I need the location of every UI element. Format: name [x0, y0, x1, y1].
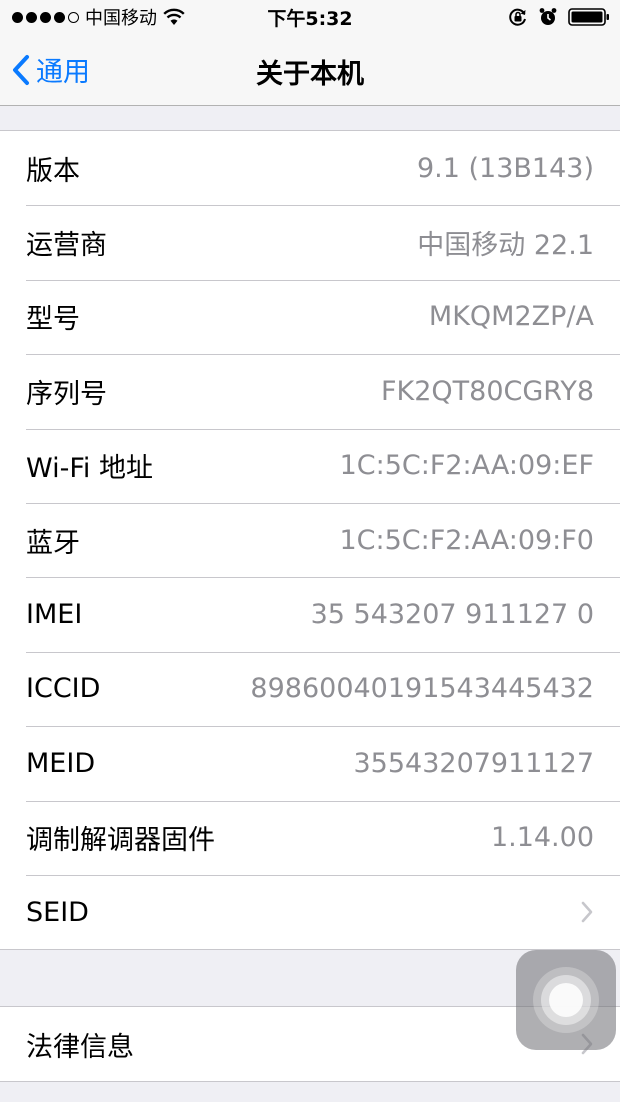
alarm-icon — [539, 8, 557, 25]
row-label: Wi-Fi 地址 — [26, 453, 153, 485]
battery-icon — [568, 8, 609, 26]
row-label: 蓝牙 — [26, 527, 80, 559]
row-value: 1.14.00 — [490, 822, 594, 854]
page-title: 关于本机 — [256, 59, 364, 90]
assistive-touch-button[interactable] — [516, 950, 616, 1050]
row-wifi-address: Wi-Fi 地址 1C:5C:F2:AA:09:EF — [0, 428, 620, 503]
row-version: 版本 9.1 (13B143) — [0, 131, 620, 205]
row-label: MEID — [26, 747, 96, 779]
row-iccid: ICCID 89860040191543445432 — [0, 651, 620, 726]
status-right — [508, 6, 610, 28]
row-value: 1C:5C:F2:AA:09:F0 — [339, 524, 594, 556]
row-value: 35 543207 911127 0 — [310, 599, 594, 631]
status-bar: 中国移动 下午5:32 — [0, 0, 620, 34]
row-value: 35543207911127 — [353, 747, 595, 779]
row-value: 1C:5C:F2:AA:09:EF — [339, 450, 594, 482]
row-bluetooth: 蓝牙 1C:5C:F2:AA:09:F0 — [0, 502, 620, 577]
row-seid[interactable]: SEID — [0, 874, 620, 949]
row-label: ICCID — [26, 673, 101, 705]
row-label: 型号 — [26, 304, 80, 336]
row-modem-firmware: 调制解调器固件 1.14.00 — [0, 800, 620, 875]
row-model: 型号 MKQM2ZP/A — [0, 279, 620, 354]
row-value: 89860040191543445432 — [250, 673, 594, 705]
row-label: SEID — [26, 896, 89, 928]
rotation-lock-icon — [509, 8, 526, 26]
row-value: 中国移动 22.1 — [417, 230, 594, 262]
row-value: 9.1 (13B143) — [416, 152, 594, 184]
assistive-touch-center — [549, 983, 583, 1017]
row-label: 版本 — [26, 155, 80, 187]
row-label: 序列号 — [26, 378, 107, 410]
chevron-right-icon — [581, 901, 593, 923]
row-meid: MEID 35543207911127 — [0, 726, 620, 800]
navigation-bar: 通用 关于本机 — [0, 34, 620, 106]
row-label: 运营商 — [26, 230, 107, 262]
row-value: MKQM2ZP/A — [428, 301, 594, 333]
row-label: 调制解调器固件 — [26, 825, 215, 857]
row-label: IMEI — [26, 599, 83, 631]
row-value: FK2QT80CGRY8 — [381, 375, 594, 407]
row-label: 法律信息 — [26, 1031, 134, 1063]
row-imei: IMEI 35 543207 911127 0 — [0, 577, 620, 651]
row-carrier: 运营商 中国移动 22.1 — [0, 205, 620, 279]
row-serial-number: 序列号 FK2QT80CGRY8 — [0, 354, 620, 428]
about-info-list: 版本 9.1 (13B143) 运营商 中国移动 22.1 型号 MKQM2ZP… — [0, 130, 620, 951]
